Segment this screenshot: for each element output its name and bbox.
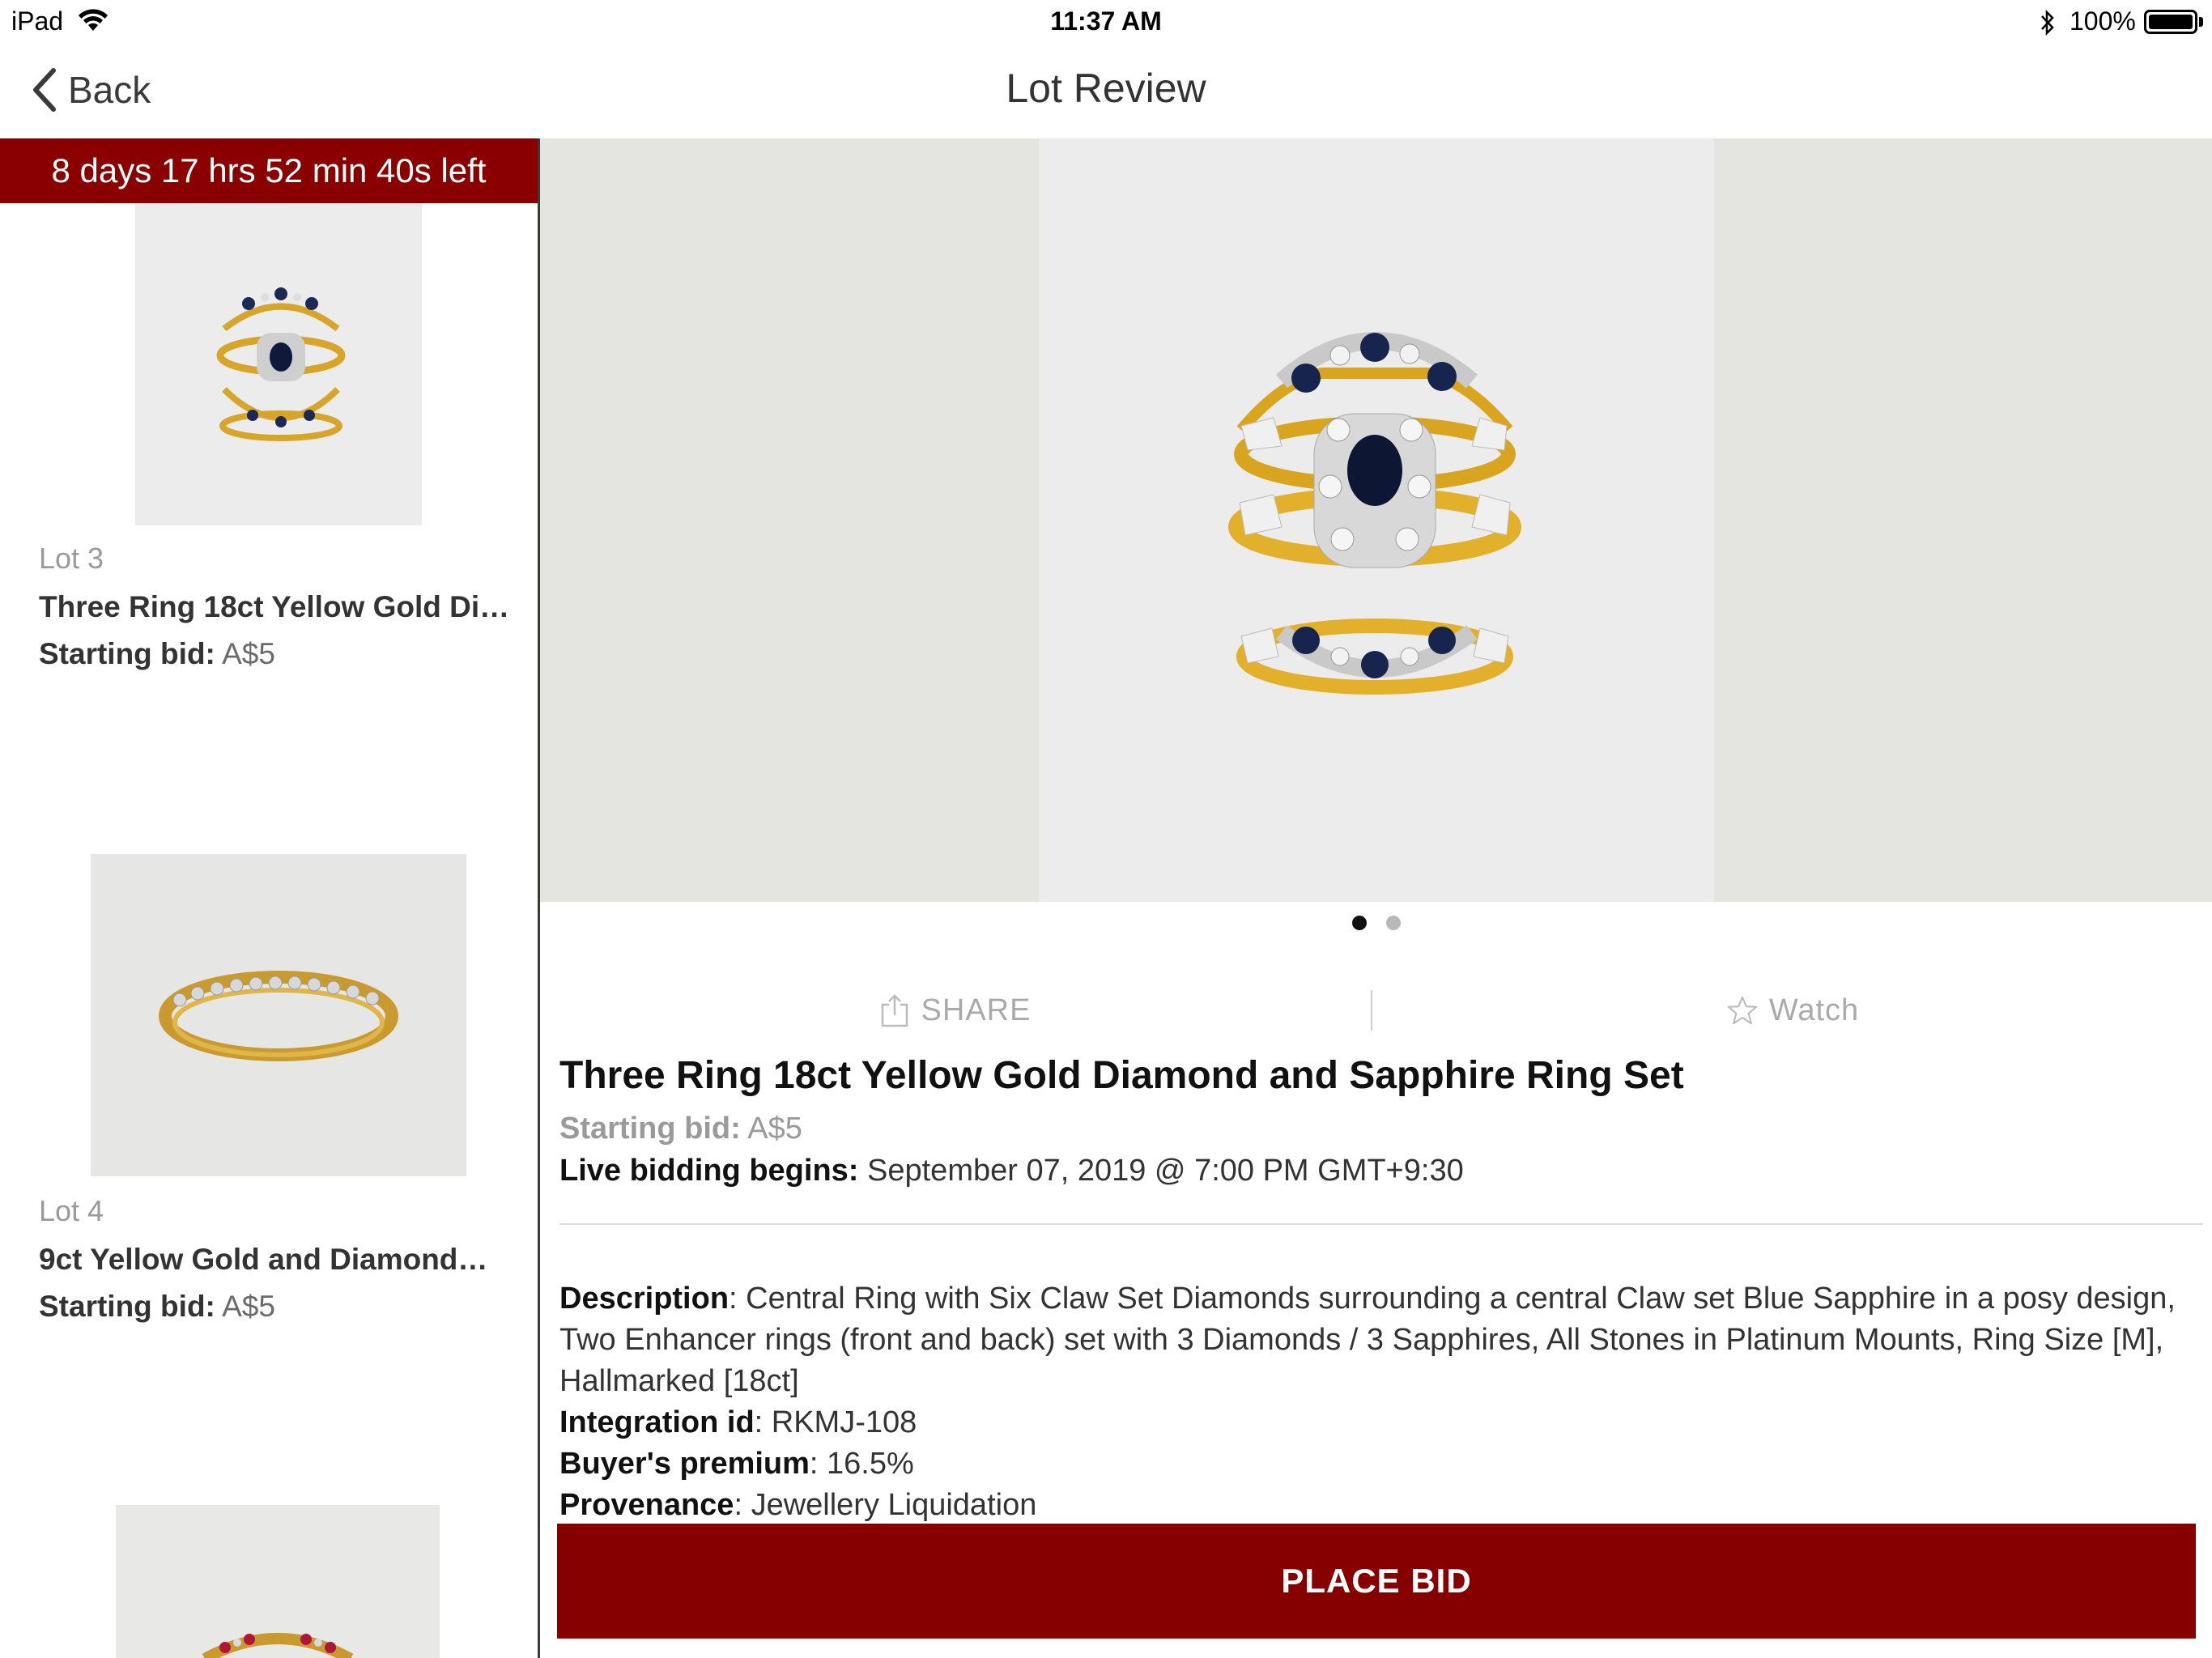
lot-list[interactable]: 8 days 17 hrs 52 min 40s left Lot 3 Thre…: [0, 138, 538, 1658]
premium-value: : 16.5%: [809, 1447, 914, 1481]
live-bidding: Live bidding begins: September 07, 2019 …: [559, 1154, 1464, 1188]
starting-bid-label: Starting bid:: [559, 1112, 741, 1146]
description: Description: Central Ring with Six Claw …: [559, 1278, 2203, 1402]
lot-list-item[interactable]: Lot 4 9ct Yellow Gold and Diamond… Start…: [0, 854, 538, 1421]
lot-number: Lot 3: [39, 542, 104, 575]
diamond-band-image: [91, 854, 466, 1176]
watch-button[interactable]: Watch: [1374, 974, 2212, 1047]
live-bidding-value: September 07, 2019 @ 7:00 PM GMT+9:30: [867, 1154, 1464, 1188]
page-dot-2[interactable]: [1385, 916, 1401, 930]
starting-bid-value: A$5: [222, 637, 275, 670]
lot-number: Lot 4: [39, 1194, 104, 1227]
integration-value: : RKMJ-108: [754, 1405, 917, 1439]
lot-starting-bid: Starting bid: A$5: [39, 1290, 275, 1324]
premium-label: Buyer's premium: [559, 1447, 810, 1481]
provenance: Provenance: Jewellery Liquidation: [559, 1485, 2203, 1526]
lot-starting-bid: Starting bid: A$5: [39, 637, 275, 671]
starting-bid-value: A$5: [747, 1112, 802, 1146]
buyers-premium: Buyer's premium: 16.5%: [559, 1443, 2203, 1485]
lot-title: Three Ring 18ct Yellow Gold Diamond and …: [559, 1054, 1684, 1097]
lot-list-item[interactable]: [0, 1505, 538, 1658]
ruby-ring-image: [116, 1505, 440, 1658]
three-ring-set-image: [135, 203, 422, 525]
lot-thumbnail: [91, 854, 466, 1176]
description-label: Description: [559, 1282, 730, 1316]
action-bar: SHARE Watch: [540, 974, 2212, 1047]
lot-detail: SHARE Watch Three Ring 18ct Yellow Gold …: [540, 138, 2212, 1658]
lot-photo: [1039, 138, 1714, 902]
lot-thumbnail: [135, 203, 422, 525]
starting-bid-value: A$5: [222, 1290, 275, 1323]
battery-tip: [2199, 17, 2203, 27]
share-label: SHARE: [921, 993, 1032, 1027]
battery-percent: 100%: [2069, 6, 2136, 36]
page-dot-1[interactable]: [1351, 916, 1367, 930]
lot-name: Three Ring 18ct Yellow Gold Di…: [39, 590, 510, 623]
provenance-value: : Jewellery Liquidation: [734, 1488, 1037, 1522]
lot-list-item[interactable]: Lot 3 Three Ring 18ct Yellow Gold Di… St…: [0, 203, 538, 770]
integration-label: Integration id: [559, 1405, 755, 1439]
share-button[interactable]: SHARE: [540, 974, 1370, 1047]
share-icon: [881, 994, 908, 1027]
starting-bid-label: Starting bid:: [39, 1290, 215, 1323]
image-carousel[interactable]: [540, 138, 2212, 902]
watch-label: Watch: [1768, 993, 1860, 1027]
page-title: Lot Review: [1006, 66, 1206, 111]
lot-thumbnail: [116, 1505, 440, 1658]
star-icon: [1727, 996, 1758, 1025]
provenance-label: Provenance: [559, 1488, 734, 1522]
battery-icon: [2144, 10, 2197, 34]
integration-id: Integration id: RKMJ-108: [559, 1402, 2203, 1443]
status-bar: iPad 11:37 AM 100%: [0, 0, 2212, 45]
action-separator: [1371, 990, 1372, 1031]
section-divider: [559, 1223, 2203, 1225]
carousel-pagination: [540, 916, 2212, 930]
description-value: : Central Ring with Six Claw Set Diamond…: [559, 1282, 2176, 1398]
lot-name: 9ct Yellow Gold and Diamond…: [39, 1243, 488, 1276]
live-bidding-label: Live bidding begins:: [559, 1154, 859, 1188]
place-bid-button[interactable]: PLACE BID: [557, 1524, 2196, 1639]
countdown-banner: 8 days 17 hrs 52 min 40s left: [0, 138, 538, 203]
clock: 11:37 AM: [1050, 6, 1162, 36]
bluetooth-icon: [2041, 9, 2054, 36]
starting-bid: Starting bid: A$5: [559, 1112, 802, 1146]
three-ring-set-photo: [1039, 138, 1714, 902]
starting-bid-label: Starting bid:: [39, 637, 215, 670]
nav-bar: Back Lot Review: [0, 45, 2212, 138]
